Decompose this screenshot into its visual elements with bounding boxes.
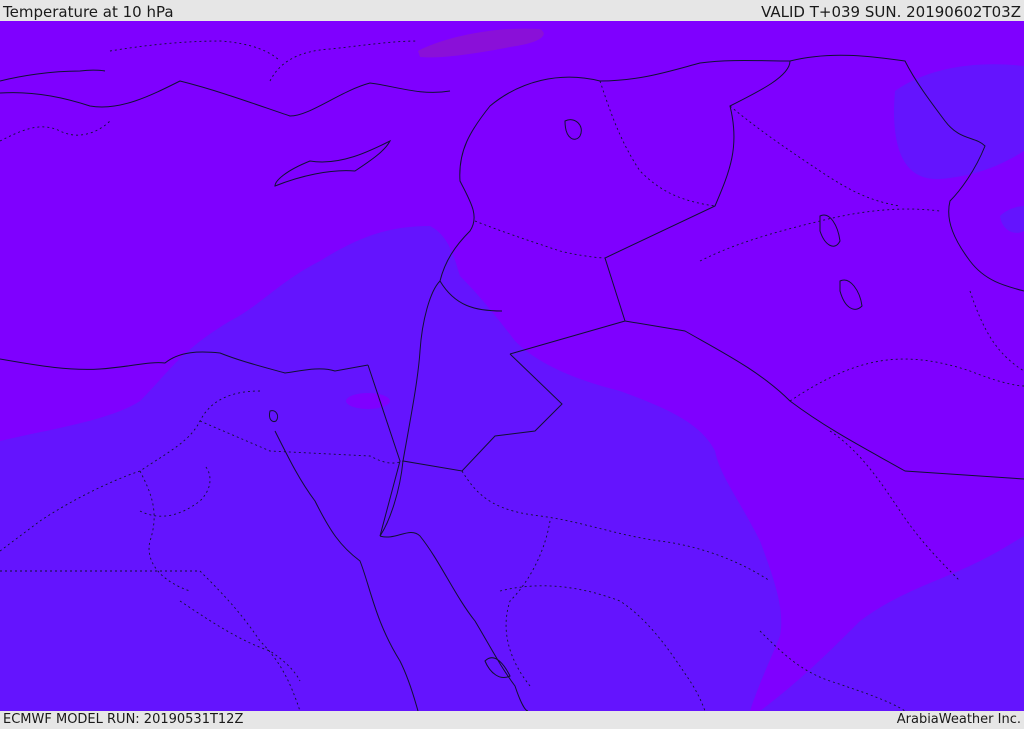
model-run: ECMWF MODEL RUN: 20190531T12Z	[3, 712, 244, 727]
warm-temperature-patch	[346, 393, 390, 409]
header-bar: Temperature at 10 hPa VALID T+039 SUN. 2…	[0, 0, 1024, 21]
footer-bar: ECMWF MODEL RUN: 20190531T12Z ArabiaWeat…	[0, 711, 1024, 729]
map-canvas	[0, 21, 1024, 711]
credit: ArabiaWeather Inc.	[896, 712, 1021, 727]
temperature-map[interactable]	[0, 21, 1024, 711]
valid-time: VALID T+039 SUN. 20190602T03Z	[761, 3, 1021, 21]
map-title: Temperature at 10 hPa	[3, 3, 174, 21]
